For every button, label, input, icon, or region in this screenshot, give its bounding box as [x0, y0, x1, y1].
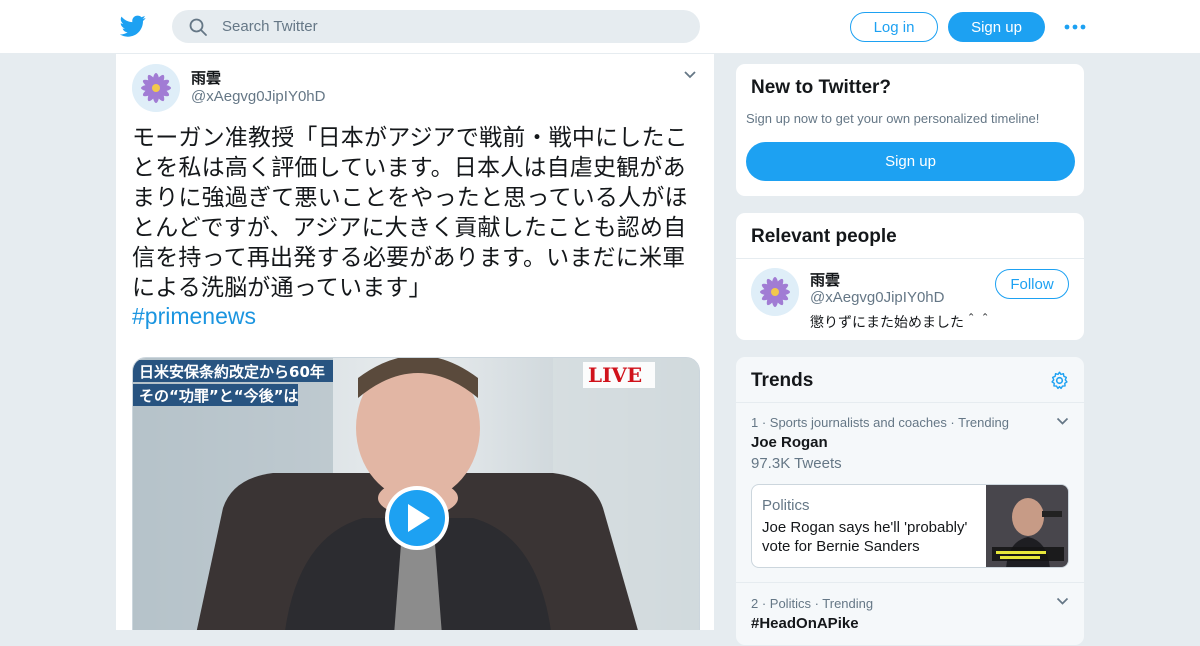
sidebar-signup-button[interactable]: Sign up: [746, 142, 1075, 181]
signup-button[interactable]: Sign up: [948, 12, 1045, 42]
trend-count: 97.3K Tweets: [751, 455, 842, 472]
live-badge: LIVE: [588, 363, 642, 387]
new-to-twitter-subtitle: Sign up now to get your own personalized…: [746, 111, 1040, 126]
search-icon: [189, 18, 207, 36]
flower-avatar-icon: [132, 64, 180, 112]
trends-title: Trends: [751, 370, 814, 391]
story-category: Politics: [762, 497, 810, 514]
top-bar: Search Twitter Log in Sign up: [0, 0, 1200, 54]
video-player[interactable]: 日米安保条約改定から60年 その“功罪”と“今後”は LIVE: [132, 357, 700, 630]
tweet-text: モーガン准教授「日本がアジアで戦前・戦中にしたことを私は高く評価しています。日本…: [132, 124, 688, 300]
person-avatar[interactable]: [751, 268, 799, 316]
new-to-twitter-card: New to Twitter? Sign up now to get your …: [735, 63, 1085, 197]
new-to-twitter-title: New to Twitter?: [751, 77, 892, 98]
trend-meta: 2 · Politics · Trending: [751, 596, 874, 611]
person-bio: 懲りずにまた始めました＾＾: [810, 314, 992, 330]
person-name[interactable]: 雨雲: [810, 269, 840, 290]
hashtag-link[interactable]: #primenews: [132, 303, 256, 330]
relevant-people-title: Relevant people: [751, 226, 897, 247]
relevant-people-card: Relevant people 雨雲 @xAegvg0JipIY0hD 懲りずに…: [735, 212, 1085, 341]
login-button[interactable]: Log in: [850, 12, 938, 42]
divider: [736, 402, 1084, 403]
video-caption-line2: その“功罪”と“今後”は: [139, 387, 298, 405]
chevron-down-icon[interactable]: [683, 70, 697, 80]
story-thumbnail: [986, 485, 1068, 567]
search-placeholder: Search Twitter: [222, 18, 318, 35]
trend-meta: 1 · Sports journalists and coaches · Tre…: [751, 415, 1009, 430]
tweet: 雨雲 @xAegvg0JipIY0hD モーガン准教授「日本がアジアで戦前・戦中…: [115, 54, 715, 630]
chevron-down-icon[interactable]: [1056, 597, 1069, 606]
twitter-bird-icon[interactable]: [120, 13, 146, 39]
search-input[interactable]: Search Twitter: [172, 10, 700, 43]
more-icon[interactable]: [1064, 18, 1086, 36]
divider: [736, 582, 1084, 583]
video-caption-line1: 日米安保条約改定から60年: [139, 363, 325, 381]
chevron-down-icon[interactable]: [1056, 417, 1069, 426]
video-thumbnail: 日米安保条約改定から60年 その“功罪”と“今後”は LIVE: [133, 358, 699, 630]
divider: [736, 258, 1084, 259]
trend-name[interactable]: Joe Rogan: [751, 434, 828, 451]
trend-story-card[interactable]: Politics Joe Rogan says he'll 'probably'…: [751, 484, 1069, 568]
gear-icon[interactable]: [1049, 370, 1070, 391]
story-headline: Joe Rogan says he'll 'probably' vote for…: [762, 519, 968, 555]
trend-name[interactable]: #HeadOnAPike: [751, 615, 859, 632]
user-name[interactable]: 雨雲: [191, 67, 221, 88]
trends-panel: Trends 1 · Sports journalists and coache…: [735, 356, 1085, 646]
flower-avatar-icon: [751, 268, 799, 316]
user-handle[interactable]: @xAegvg0JipIY0hD: [191, 88, 325, 105]
follow-button[interactable]: Follow: [995, 269, 1069, 299]
avatar[interactable]: [132, 64, 180, 112]
person-handle[interactable]: @xAegvg0JipIY0hD: [810, 289, 944, 306]
